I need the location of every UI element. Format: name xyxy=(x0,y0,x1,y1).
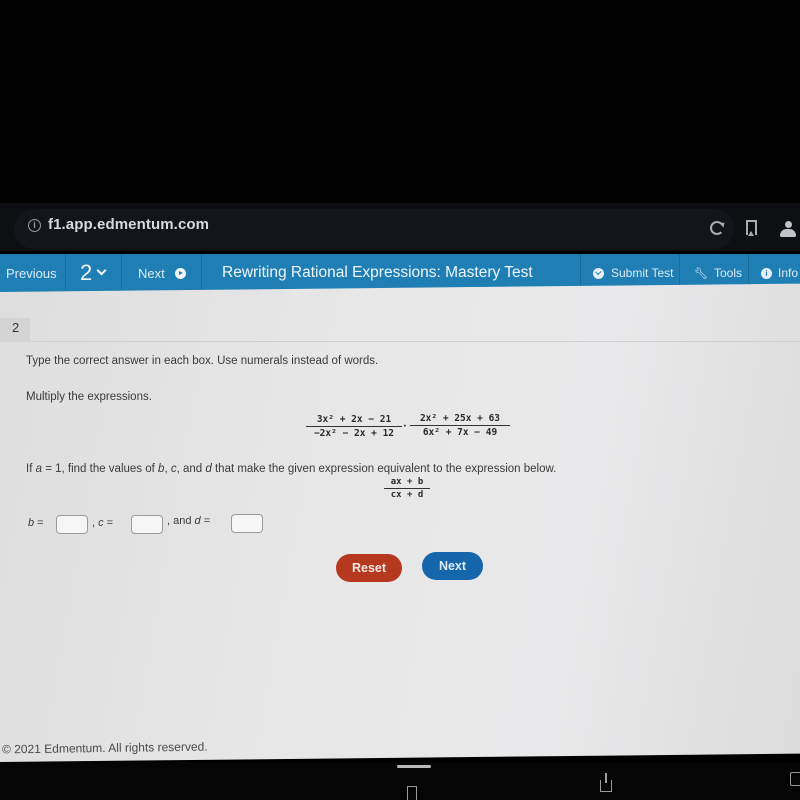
tabs-icon[interactable] xyxy=(790,772,800,786)
info-label: Info xyxy=(778,266,799,280)
home-icon[interactable] xyxy=(407,786,417,800)
divider xyxy=(30,341,800,342)
question-number-label: 2 xyxy=(12,320,20,335)
condition-text: If a = 1, find the values of b, c, and d… xyxy=(26,463,557,475)
info-circle-icon: i xyxy=(761,267,772,279)
fraction-2: 2x² + 25x + 63 6x² + 7x − 49 xyxy=(410,413,510,438)
reload-icon[interactable] xyxy=(710,221,724,235)
target-numerator: ax + b xyxy=(384,477,430,489)
b-label: b = xyxy=(28,517,44,529)
chevron-down-icon xyxy=(96,265,107,275)
d-answer-input[interactable] xyxy=(231,514,263,533)
bookmark-icon[interactable] xyxy=(746,220,757,236)
wrench-icon: 🔧︎ xyxy=(694,267,708,280)
next-button[interactable]: Next xyxy=(422,552,483,580)
prompt-text: Multiply the expressions. xyxy=(26,391,152,403)
d-label: , and d = xyxy=(167,515,211,527)
next-label: Next xyxy=(138,265,165,281)
fraction-1-denominator: −2x² − 2x + 12 xyxy=(313,428,395,439)
c-label: , c = xyxy=(92,517,114,529)
question-number: 2 xyxy=(80,260,93,285)
target-denominator: cx + d xyxy=(390,490,424,500)
next-question-button[interactable]: Next xyxy=(122,254,202,292)
fraction-1-numerator: 3x² + 2x − 21 xyxy=(306,414,402,427)
fraction-1: 3x² + 2x − 21 −2x² − 2x + 12 xyxy=(306,414,402,439)
reset-button[interactable]: Reset xyxy=(336,554,402,582)
info-icon[interactable]: i xyxy=(28,219,41,232)
copyright-text: © 2021 Edmentum. All rights reserved. xyxy=(1,739,208,757)
submit-label: Submit Test xyxy=(611,266,674,280)
check-circle-icon xyxy=(593,267,604,279)
previous-label: Previous xyxy=(6,265,57,281)
b-answer-input[interactable] xyxy=(56,515,88,534)
home-indicator[interactable] xyxy=(397,765,431,768)
arrow-circle-right-icon xyxy=(174,267,186,279)
target-fraction: ax + b cx + d xyxy=(384,477,430,500)
share-icon[interactable] xyxy=(600,773,612,792)
multiply-operator: · xyxy=(402,421,408,432)
url-text[interactable]: f1.app.edmentum.com xyxy=(48,216,209,233)
previous-button[interactable]: Previous xyxy=(0,254,66,292)
tools-label: Tools xyxy=(713,266,742,280)
instruction-text: Type the correct answer in each box. Use… xyxy=(26,355,379,367)
question-selector[interactable]: 2 xyxy=(66,254,122,292)
dark-background-top xyxy=(0,0,800,203)
fraction-2-numerator: 2x² + 25x + 63 xyxy=(410,413,510,426)
people-icon[interactable] xyxy=(780,221,800,237)
fraction-2-denominator: 6x² + 7x − 49 xyxy=(422,427,498,438)
c-answer-input[interactable] xyxy=(131,515,163,534)
